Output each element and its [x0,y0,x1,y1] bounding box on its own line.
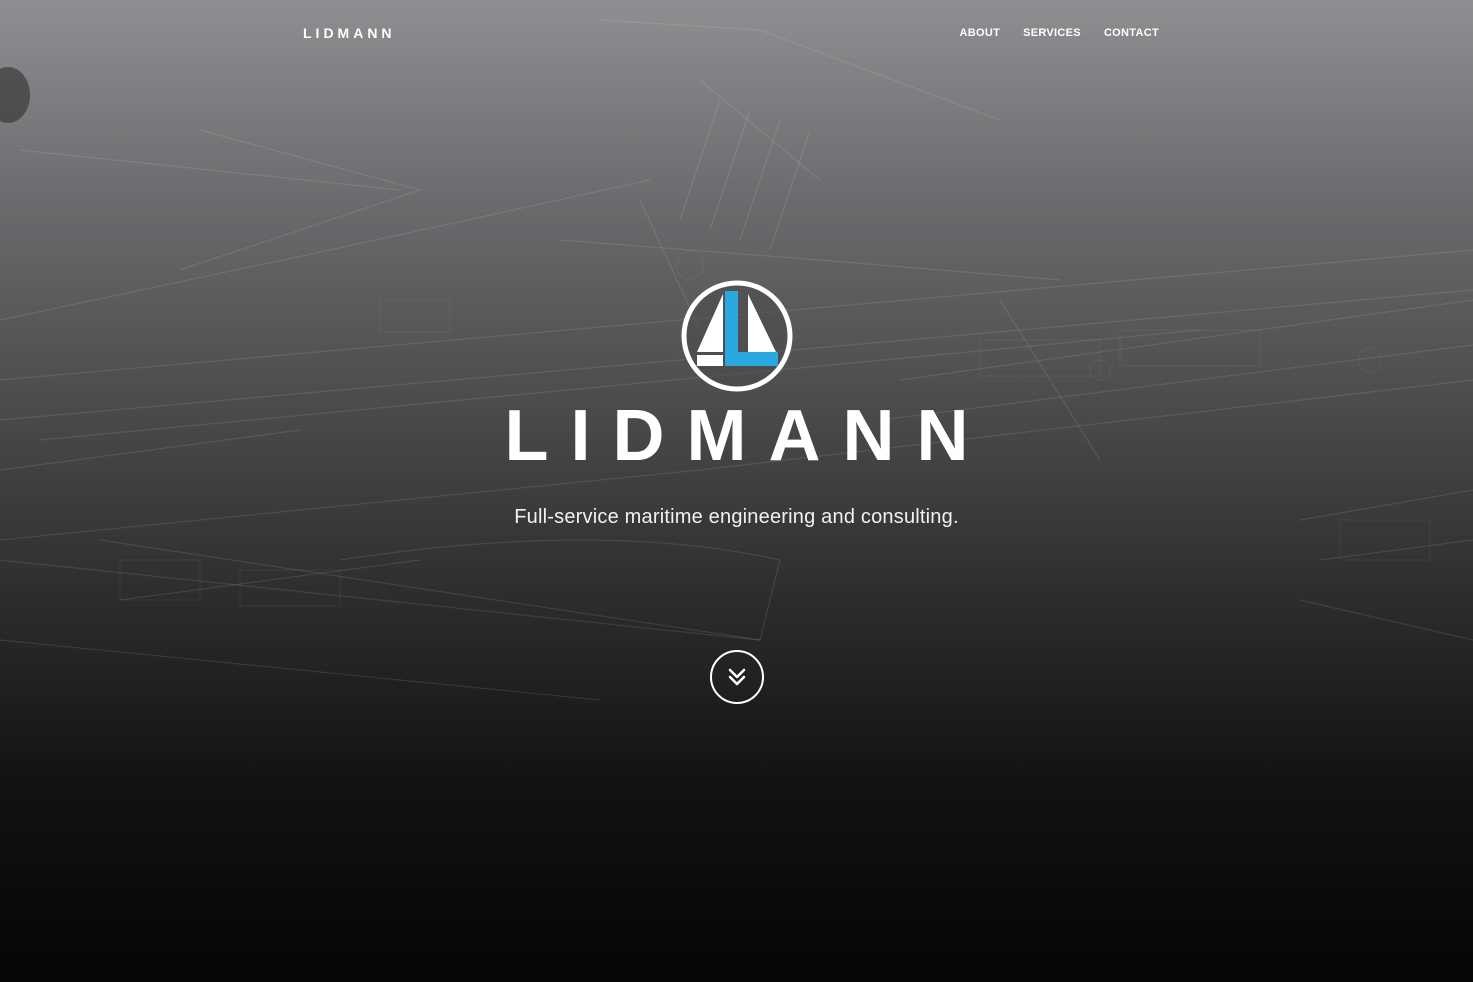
hero-section: LIDMANN ABOUT SERVICES CONTACT LIDMANN F… [0,0,1473,982]
nav-links: ABOUT SERVICES CONTACT [959,27,1159,39]
nav-link-about[interactable]: ABOUT [959,27,1000,39]
blueprint-background [0,19,1473,701]
nav-brand-logo[interactable]: LIDMANN [303,25,396,41]
scroll-down-button[interactable] [710,650,764,704]
sailboat-l-logo-icon [681,280,793,392]
nav-link-services[interactable]: SERVICES [1023,27,1081,39]
top-navigation: LIDMANN ABOUT SERVICES CONTACT [0,0,1473,68]
double-chevron-down-icon [728,668,746,686]
pen-shape [0,67,30,123]
hero-title: LIDMANN [504,396,991,476]
nav-link-contact[interactable]: CONTACT [1104,27,1159,39]
hero-subtitle: Full-service maritime engineering and co… [514,506,959,528]
